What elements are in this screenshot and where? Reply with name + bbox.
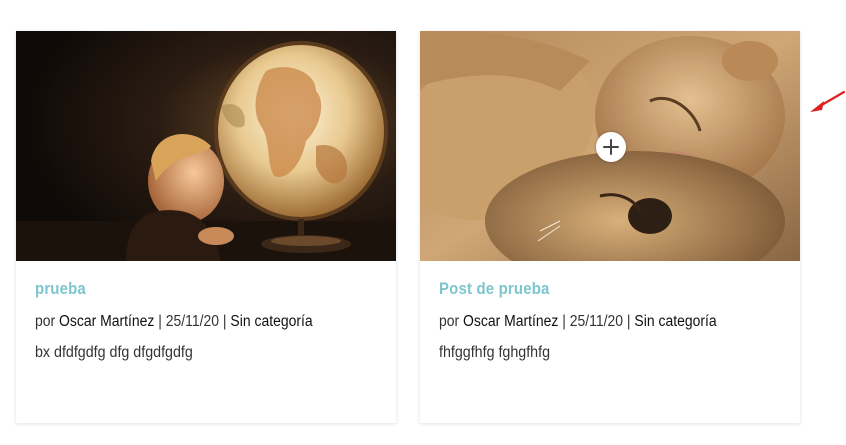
post-date: 25/11/20 <box>165 313 220 330</box>
post-title[interactable]: Post de prueba <box>439 279 740 299</box>
post-card-1: prueba por Oscar Martínez | 25/11/20 | S… <box>16 31 396 423</box>
post-meta: por Oscar Martínez | 25/11/20 | Sin cate… <box>439 313 747 331</box>
red-arrow-icon <box>810 90 846 112</box>
blog-post-grid: prueba por Oscar Martínez | 25/11/20 | S… <box>0 0 846 445</box>
meta-separator: | <box>623 313 635 330</box>
post-thumbnail-globe[interactable] <box>16 31 396 261</box>
author-link[interactable]: Oscar Martínez <box>463 313 558 330</box>
post-card-2: Post de prueba por Oscar Martínez | 25/1… <box>420 31 800 423</box>
zoom-button[interactable] <box>596 132 626 162</box>
author-link[interactable]: Oscar Martínez <box>59 313 154 330</box>
plus-circle-icon <box>603 139 619 155</box>
meta-prefix: por <box>439 313 464 330</box>
post-excerpt: fhfggfhfg fghgfhfg <box>439 344 551 361</box>
post-excerpt: bx dfdfgdfg dfg dfgdfgdfg <box>35 344 193 361</box>
meta-separator: | <box>219 313 231 330</box>
post-date: 25/11/20 <box>569 313 624 330</box>
category-link[interactable]: Sin categoría <box>634 313 716 330</box>
category-link[interactable]: Sin categoría <box>230 313 312 330</box>
post-body-2: Post de prueba por Oscar Martínez | 25/1… <box>439 279 781 362</box>
post-body-1: prueba por Oscar Martínez | 25/11/20 | S… <box>35 279 377 362</box>
post-title[interactable]: prueba <box>35 279 336 299</box>
globe-image <box>16 31 396 261</box>
post-thumbnail-lions[interactable] <box>420 31 800 261</box>
post-meta: por Oscar Martínez | 25/11/20 | Sin cate… <box>35 313 343 331</box>
meta-prefix: por <box>35 313 60 330</box>
meta-separator: | <box>154 313 166 330</box>
meta-separator: | <box>558 313 570 330</box>
